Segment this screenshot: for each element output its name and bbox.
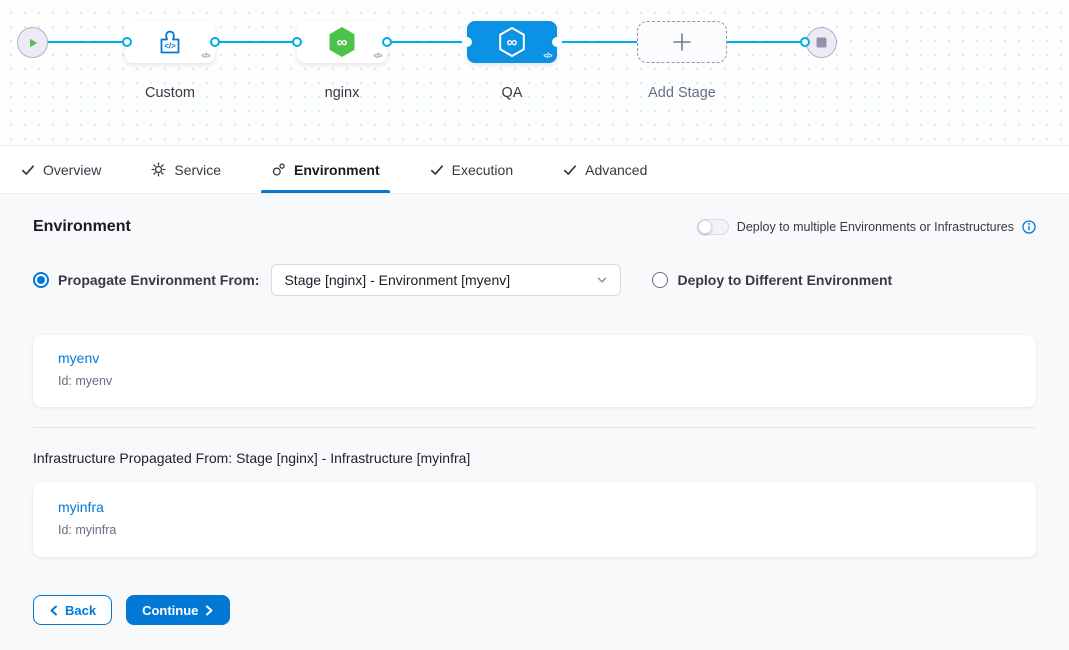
environment-name-link[interactable]: myenv bbox=[58, 350, 99, 366]
tab-execution[interactable]: Execution bbox=[426, 146, 517, 193]
code-badge-icon: </> bbox=[201, 53, 210, 60]
stage-node-nginx[interactable]: ∞ </> bbox=[297, 21, 387, 63]
propagate-environment-radio[interactable] bbox=[33, 272, 49, 288]
tab-label: Advanced bbox=[585, 162, 647, 178]
info-icon[interactable] bbox=[1022, 220, 1036, 234]
pipeline-end-node[interactable] bbox=[806, 27, 837, 58]
connector-port[interactable] bbox=[210, 37, 220, 47]
tab-service[interactable]: Service bbox=[147, 146, 225, 193]
stage-label: QA bbox=[502, 85, 523, 101]
infrastructure-card: myinfra Id: myinfra bbox=[33, 482, 1036, 557]
toggle-knob bbox=[698, 220, 712, 234]
multi-environment-toggle-label: Deploy to multiple Environments or Infra… bbox=[737, 220, 1014, 234]
infrastructure-name-link[interactable]: myinfra bbox=[58, 499, 104, 515]
section-divider bbox=[33, 427, 1036, 428]
propagate-environment-label: Propagate Environment From: bbox=[58, 272, 259, 288]
play-icon bbox=[27, 37, 39, 49]
pipeline-connector bbox=[215, 41, 297, 43]
tab-label: Service bbox=[174, 162, 221, 178]
tab-label: Environment bbox=[294, 162, 380, 178]
gear-icon bbox=[151, 162, 166, 177]
infrastructure-propagated-heading: Infrastructure Propagated From: Stage [n… bbox=[33, 450, 1036, 466]
stage-tab-bar: Overview Service Environment Execution bbox=[0, 146, 1069, 194]
deploy-hexagon-icon: ∞ bbox=[497, 26, 527, 58]
section-heading: Environment bbox=[33, 218, 131, 236]
tab-label: Overview bbox=[43, 162, 101, 178]
check-icon bbox=[430, 163, 444, 177]
chevron-right-icon bbox=[205, 605, 214, 616]
plus-icon bbox=[671, 31, 693, 53]
add-stage-button[interactable] bbox=[637, 21, 727, 63]
stop-icon bbox=[816, 37, 827, 48]
environment-icon bbox=[271, 162, 286, 177]
continue-button-label: Continue bbox=[142, 603, 198, 618]
pipeline-connector bbox=[40, 41, 127, 43]
svg-text:</>: </> bbox=[164, 41, 176, 50]
connector-port[interactable] bbox=[800, 37, 810, 47]
back-button[interactable]: Back bbox=[33, 595, 112, 625]
pipeline-start-node[interactable] bbox=[17, 27, 48, 58]
stage-label: nginx bbox=[325, 85, 360, 101]
environment-tab-panel: Environment Deploy to multiple Environme… bbox=[0, 194, 1069, 625]
connector-port[interactable] bbox=[462, 37, 472, 47]
different-environment-radio[interactable] bbox=[652, 272, 668, 288]
code-badge-icon: </> bbox=[543, 53, 552, 60]
stage-node-qa[interactable]: ∞ </> bbox=[467, 21, 557, 63]
tab-label: Execution bbox=[452, 162, 513, 178]
infinity-glyph: ∞ bbox=[497, 26, 527, 58]
custom-stage-puzzle-icon: </> bbox=[156, 29, 184, 56]
propagate-environment-selected-value: Stage [nginx] - Environment [myenv] bbox=[284, 272, 596, 288]
connector-port[interactable] bbox=[122, 37, 132, 47]
connector-port[interactable] bbox=[552, 37, 562, 47]
propagate-environment-select[interactable]: Stage [nginx] - Environment [myenv] bbox=[271, 264, 621, 296]
chevron-down-icon bbox=[596, 274, 608, 286]
tab-advanced[interactable]: Advanced bbox=[559, 146, 651, 193]
continue-button[interactable]: Continue bbox=[126, 595, 230, 625]
code-badge-icon: </> bbox=[373, 53, 382, 60]
environment-id: Id: myenv bbox=[58, 374, 1011, 388]
stage-label: Add Stage bbox=[648, 85, 716, 101]
chevron-left-icon bbox=[49, 605, 58, 616]
infinity-glyph: ∞ bbox=[327, 26, 357, 58]
connector-port[interactable] bbox=[382, 37, 392, 47]
multi-environment-toggle[interactable] bbox=[697, 219, 729, 235]
environment-card: myenv Id: myenv bbox=[33, 335, 1036, 407]
check-icon bbox=[21, 163, 35, 177]
tab-overview[interactable]: Overview bbox=[17, 146, 105, 193]
deploy-hexagon-icon: ∞ bbox=[327, 26, 357, 58]
stage-label: Custom bbox=[145, 85, 195, 101]
stage-node-custom[interactable]: </> </> bbox=[125, 21, 215, 63]
back-button-label: Back bbox=[65, 603, 96, 618]
different-environment-label: Deploy to Different Environment bbox=[677, 272, 892, 288]
check-icon bbox=[563, 163, 577, 177]
pipeline-connector bbox=[387, 41, 467, 43]
infrastructure-id: Id: myinfra bbox=[58, 523, 1011, 537]
tab-environment[interactable]: Environment bbox=[267, 146, 384, 193]
connector-port[interactable] bbox=[292, 37, 302, 47]
pipeline-canvas: </> </> ∞ </> ∞ </> bbox=[0, 0, 1069, 146]
